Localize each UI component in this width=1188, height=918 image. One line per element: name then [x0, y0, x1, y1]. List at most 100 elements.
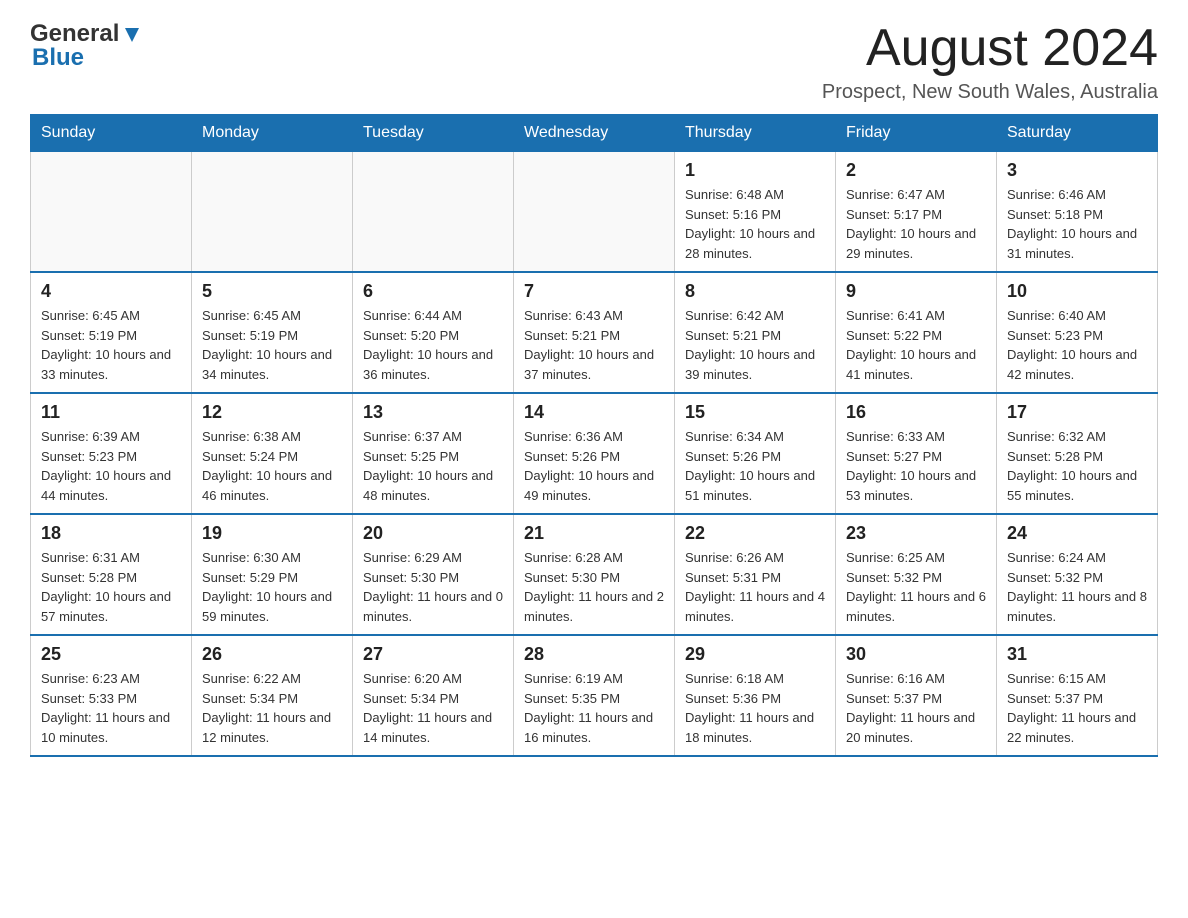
day-info: Sunrise: 6:23 AMSunset: 5:33 PMDaylight:… — [41, 669, 181, 747]
calendar-cell — [192, 151, 353, 272]
day-info: Sunrise: 6:16 AMSunset: 5:37 PMDaylight:… — [846, 669, 986, 747]
calendar-cell: 4Sunrise: 6:45 AMSunset: 5:19 PMDaylight… — [31, 272, 192, 393]
week-row-1: 1Sunrise: 6:48 AMSunset: 5:16 PMDaylight… — [31, 151, 1158, 272]
day-number: 28 — [524, 644, 664, 665]
day-info: Sunrise: 6:40 AMSunset: 5:23 PMDaylight:… — [1007, 306, 1147, 384]
day-number: 19 — [202, 523, 342, 544]
calendar-cell: 5 Sunrise: 6:45 AMSunset: 5:19 PMDaylight… — [192, 272, 353, 393]
calendar-cell: 22Sunrise: 6:26 AMSunset: 5:31 PMDayligh… — [675, 514, 836, 635]
calendar-cell: 28 Sunrise: 6:19 AMSunset: 5:35 PMDayligh… — [514, 635, 675, 756]
calendar-cell — [31, 151, 192, 272]
day-info: Sunrise: 6:29 AMSunset: 5:30 PMDaylight:… — [363, 548, 503, 626]
day-info: Sunrise: 6:22 AMSunset: 5:34 PMDaylight:… — [202, 669, 342, 747]
day-number: 24 — [1007, 523, 1147, 544]
day-number: 9 — [846, 281, 986, 302]
day-number: 25 — [41, 644, 181, 665]
day-info: Sunrise: 6:43 AMSunset: 5:21 PMDaylight:… — [524, 306, 664, 384]
calendar-cell — [514, 151, 675, 272]
calendar-cell: 25 Sunrise: 6:23 AMSunset: 5:33 PMDayligh… — [31, 635, 192, 756]
calendar-cell — [353, 151, 514, 272]
day-number: 13 — [363, 402, 503, 423]
day-info: Sunrise: 6:45 AMSunset: 5:19 PMDaylight:… — [202, 306, 342, 384]
day-info: Sunrise: 6:37 AMSunset: 5:25 PMDaylight:… — [363, 427, 503, 505]
day-info: Sunrise: 6:28 AMSunset: 5:30 PMDaylight:… — [524, 548, 664, 626]
day-number: 11 — [41, 402, 181, 423]
calendar-cell: 21 Sunrise: 6:28 AMSunset: 5:30 PMDayligh… — [514, 514, 675, 635]
day-info: Sunrise: 6:33 AMSunset: 5:27 PMDaylight:… — [846, 427, 986, 505]
calendar-cell: 11 Sunrise: 6:39 AMSunset: 5:23 PMDayligh… — [31, 393, 192, 514]
weekday-header-row: SundayMondayTuesdayWednesdayThursdayFrid… — [31, 115, 1158, 151]
logo-blue-text: Blue — [32, 44, 84, 72]
day-number: 15 — [685, 402, 825, 423]
day-info: Sunrise: 6:36 AMSunset: 5:26 PMDaylight:… — [524, 427, 664, 505]
week-row-5: 25 Sunrise: 6:23 AMSunset: 5:33 PMDayligh… — [31, 635, 1158, 756]
day-number: 8 — [685, 281, 825, 302]
weekday-header-thursday: Thursday — [675, 115, 836, 151]
day-info: Sunrise: 6:19 AMSunset: 5:35 PMDaylight:… — [524, 669, 664, 747]
day-number: 5 — [202, 281, 342, 302]
calendar-cell: 10 Sunrise: 6:40 AMSunset: 5:23 PMDayligh… — [997, 272, 1158, 393]
calendar-cell: 17Sunrise: 6:32 AMSunset: 5:28 PMDayligh… — [997, 393, 1158, 514]
day-info: Sunrise: 6:45 AMSunset: 5:19 PMDaylight:… — [41, 306, 181, 384]
day-number: 20 — [363, 523, 503, 544]
weekday-header-friday: Friday — [836, 115, 997, 151]
day-number: 14 — [524, 402, 664, 423]
week-row-3: 11 Sunrise: 6:39 AMSunset: 5:23 PMDayligh… — [31, 393, 1158, 514]
day-info: Sunrise: 6:34 AMSunset: 5:26 PMDaylight:… — [685, 427, 825, 505]
calendar-cell: 31 Sunrise: 6:15 AMSunset: 5:37 PMDayligh… — [997, 635, 1158, 756]
calendar-table: SundayMondayTuesdayWednesdayThursdayFrid… — [30, 114, 1158, 757]
day-number: 30 — [846, 644, 986, 665]
day-info: Sunrise: 6:25 AMSunset: 5:32 PMDaylight:… — [846, 548, 986, 626]
day-info: Sunrise: 6:38 AMSunset: 5:24 PMDaylight:… — [202, 427, 342, 505]
day-number: 31 — [1007, 644, 1147, 665]
day-number: 2 — [846, 160, 986, 181]
page-header: General Blue August 2024 Prospect, New S… — [30, 20, 1158, 104]
day-number: 23 — [846, 523, 986, 544]
day-info: Sunrise: 6:24 AMSunset: 5:32 PMDaylight:… — [1007, 548, 1147, 626]
day-number: 10 — [1007, 281, 1147, 302]
title-section: August 2024 Prospect, New South Wales, A… — [822, 20, 1158, 104]
calendar-cell: 3Sunrise: 6:46 AMSunset: 5:18 PMDaylight… — [997, 151, 1158, 272]
calendar-cell: 2 Sunrise: 6:47 AMSunset: 5:17 PMDaylight… — [836, 151, 997, 272]
calendar-cell: 15 Sunrise: 6:34 AMSunset: 5:26 PMDayligh… — [675, 393, 836, 514]
calendar-cell: 13 Sunrise: 6:37 AMSunset: 5:25 PMDayligh… — [353, 393, 514, 514]
location-text: Prospect, New South Wales, Australia — [822, 81, 1158, 104]
day-number: 27 — [363, 644, 503, 665]
calendar-cell: 30 Sunrise: 6:16 AMSunset: 5:37 PMDayligh… — [836, 635, 997, 756]
calendar-cell: 20 Sunrise: 6:29 AMSunset: 5:30 PMDayligh… — [353, 514, 514, 635]
calendar-cell: 29 Sunrise: 6:18 AMSunset: 5:36 PMDayligh… — [675, 635, 836, 756]
calendar-cell: 9 Sunrise: 6:41 AMSunset: 5:22 PMDaylight… — [836, 272, 997, 393]
weekday-header-tuesday: Tuesday — [353, 115, 514, 151]
day-info: Sunrise: 6:30 AMSunset: 5:29 PMDaylight:… — [202, 548, 342, 626]
weekday-header-saturday: Saturday — [997, 115, 1158, 151]
day-info: Sunrise: 6:31 AMSunset: 5:28 PMDaylight:… — [41, 548, 181, 626]
calendar-cell: 23 Sunrise: 6:25 AMSunset: 5:32 PMDayligh… — [836, 514, 997, 635]
day-info: Sunrise: 6:42 AMSunset: 5:21 PMDaylight:… — [685, 306, 825, 384]
calendar-cell: 27Sunrise: 6:20 AMSunset: 5:34 PMDayligh… — [353, 635, 514, 756]
week-row-2: 4Sunrise: 6:45 AMSunset: 5:19 PMDaylight… — [31, 272, 1158, 393]
day-info: Sunrise: 6:39 AMSunset: 5:23 PMDaylight:… — [41, 427, 181, 505]
day-number: 17 — [1007, 402, 1147, 423]
day-number: 7 — [524, 281, 664, 302]
calendar-cell: 1Sunrise: 6:48 AMSunset: 5:16 PMDaylight… — [675, 151, 836, 272]
day-info: Sunrise: 6:18 AMSunset: 5:36 PMDaylight:… — [685, 669, 825, 747]
day-number: 22 — [685, 523, 825, 544]
logo-triangle-icon — [121, 24, 143, 46]
calendar-cell: 24 Sunrise: 6:24 AMSunset: 5:32 PMDayligh… — [997, 514, 1158, 635]
calendar-cell: 18 Sunrise: 6:31 AMSunset: 5:28 PMDayligh… — [31, 514, 192, 635]
day-number: 29 — [685, 644, 825, 665]
calendar-cell: 14 Sunrise: 6:36 AMSunset: 5:26 PMDayligh… — [514, 393, 675, 514]
day-number: 21 — [524, 523, 664, 544]
logo: General Blue — [30, 20, 143, 72]
calendar-cell: 8 Sunrise: 6:42 AMSunset: 5:21 PMDaylight… — [675, 272, 836, 393]
calendar-cell: 12 Sunrise: 6:38 AMSunset: 5:24 PMDayligh… — [192, 393, 353, 514]
day-info: Sunrise: 6:48 AMSunset: 5:16 PMDaylight:… — [685, 185, 825, 263]
day-info: Sunrise: 6:15 AMSunset: 5:37 PMDaylight:… — [1007, 669, 1147, 747]
day-number: 18 — [41, 523, 181, 544]
calendar-cell: 19 Sunrise: 6:30 AMSunset: 5:29 PMDayligh… — [192, 514, 353, 635]
calendar-cell: 26Sunrise: 6:22 AMSunset: 5:34 PMDayligh… — [192, 635, 353, 756]
day-info: Sunrise: 6:41 AMSunset: 5:22 PMDaylight:… — [846, 306, 986, 384]
day-number: 12 — [202, 402, 342, 423]
month-title: August 2024 — [822, 20, 1158, 77]
day-info: Sunrise: 6:47 AMSunset: 5:17 PMDaylight:… — [846, 185, 986, 263]
